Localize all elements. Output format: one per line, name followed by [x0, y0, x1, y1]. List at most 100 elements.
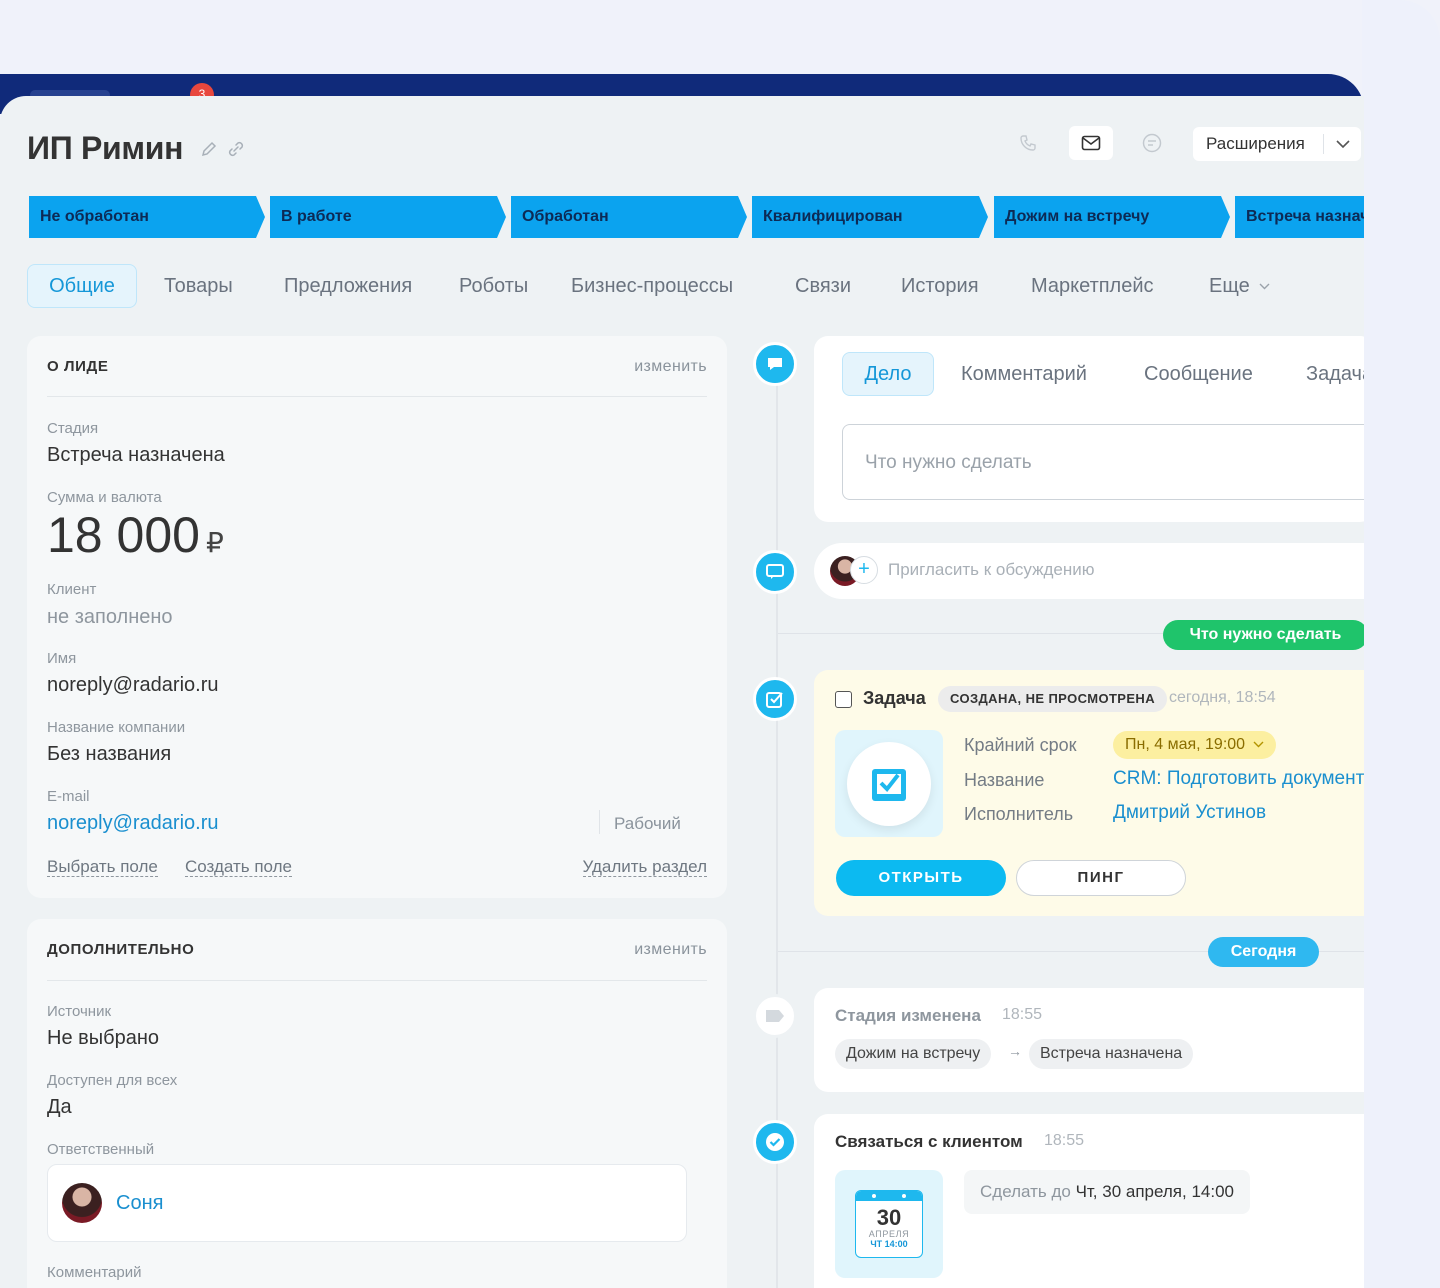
activity-composer: Дело Комментарий Сообщение Задача Что ну…: [814, 336, 1364, 522]
create-field-link[interactable]: Создать поле: [185, 858, 292, 877]
plus-icon[interactable]: +: [850, 556, 878, 584]
client-label: Клиент: [47, 581, 97, 598]
pencil-icon[interactable]: [200, 140, 218, 163]
client-value[interactable]: не заполнено: [47, 606, 173, 629]
responsible-name-link[interactable]: Соня: [116, 1192, 163, 1215]
calendar-day: 30: [876, 1205, 902, 1230]
stage-push-meeting[interactable]: Дожим на встречу: [994, 196, 1230, 238]
check-circle-icon: [766, 1133, 784, 1151]
invite-discussion-bar[interactable]: + Пригласить к обсуждению: [814, 543, 1364, 599]
assignee-label: Исполнитель: [964, 804, 1074, 824]
tab-general[interactable]: Общие: [27, 264, 137, 308]
sum-amount: 18 000: [47, 507, 200, 563]
additional-card: ДОПОЛНИТЕЛЬНО изменить Источник Не выбра…: [27, 919, 727, 1288]
task-check-icon: [847, 742, 931, 826]
email-value-link[interactable]: noreply@radario.ru: [47, 812, 219, 835]
stage-qualified[interactable]: Квалифицирован: [752, 196, 988, 238]
tab-business-processes[interactable]: Бизнес-процессы: [571, 264, 733, 308]
timeline-dot-stage: [753, 994, 797, 1038]
todo-section-pill: Что нужно сделать: [1163, 620, 1364, 650]
stage-meeting-set[interactable]: Встреча назначена: [1235, 196, 1364, 238]
stage-change-title: Стадия изменена: [835, 1006, 981, 1025]
about-lead-card: О ЛИДЕ изменить Стадия Встреча назначена…: [27, 336, 727, 898]
company-label: Название компании: [47, 719, 186, 736]
stage-change-time: 18:55: [1002, 1006, 1043, 1023]
calendar-tile: 30 АПРЕЛЯ ЧТ 14:00: [835, 1170, 943, 1278]
assignee-link[interactable]: Дмитрий Устинов: [1113, 802, 1266, 824]
due-date-box[interactable]: Сделать до Чт, 30 апреля, 14:00: [964, 1170, 1250, 1214]
stage-value[interactable]: Встреча назначена: [47, 444, 225, 467]
select-field-link[interactable]: Выбрать поле: [47, 858, 158, 877]
stage-processed[interactable]: Обработан: [511, 196, 747, 238]
composer-tab-message[interactable]: Сообщение: [1144, 352, 1253, 396]
source-label: Источник: [47, 1003, 112, 1020]
delete-section-link[interactable]: Удалить раздел: [582, 858, 707, 877]
avatar: [62, 1183, 102, 1223]
task-name-link[interactable]: CRM: Подготовить документы: [1113, 768, 1364, 790]
email-label: E-mail: [47, 788, 90, 805]
divider: [47, 980, 707, 981]
task-time: сегодня, 18:54: [1169, 689, 1276, 706]
calendar-time: ЧТ 14:00: [870, 1239, 908, 1249]
available-value[interactable]: Да: [47, 1096, 72, 1119]
stage-not-processed[interactable]: Не обработан: [29, 196, 265, 238]
tab-more[interactable]: Еще: [1209, 264, 1270, 308]
about-lead-edit-link[interactable]: изменить: [634, 358, 707, 376]
ping-button[interactable]: ПИНГ: [1016, 860, 1186, 896]
phone-button[interactable]: [1006, 126, 1050, 160]
crm-lead-card: ИП Римин Расширения Не обработан В работ…: [0, 96, 1364, 1288]
company-value[interactable]: Без названия: [47, 743, 171, 766]
chevron-down-icon: [1259, 283, 1270, 290]
tab-products[interactable]: Товары: [164, 264, 233, 308]
phone-icon: [1020, 135, 1036, 151]
open-task-button[interactable]: ОТКРЫТЬ: [836, 860, 1006, 896]
stage-from-chip: Дожим на встречу: [835, 1039, 992, 1069]
tab-offers[interactable]: Предложения: [284, 264, 412, 308]
comment-label: Комментарий: [47, 1264, 142, 1281]
message-icon: [768, 358, 782, 370]
calendar-ring: [872, 1194, 876, 1198]
responsible-label: Ответственный: [47, 1141, 155, 1158]
stage-to-chip: Встреча назначена: [1029, 1039, 1194, 1069]
sum-label: Сумма и валюта: [47, 489, 162, 506]
chat-button[interactable]: [1130, 126, 1174, 160]
task-card: Задача СОЗДАНА, НЕ ПРОСМОТРЕНА сегодня, …: [814, 670, 1364, 916]
tab-marketplace[interactable]: Маркетплейс: [1031, 264, 1154, 308]
source-value[interactable]: Не выбрано: [47, 1027, 159, 1050]
contact-title: Связаться с клиентом: [835, 1132, 1023, 1151]
additional-edit-link[interactable]: изменить: [634, 941, 707, 959]
task-complete-checkbox[interactable]: [835, 691, 852, 708]
name-label: Имя: [47, 650, 77, 667]
divider: [47, 396, 707, 397]
about-lead-heading: О ЛИДЕ: [47, 358, 109, 375]
timeline-dot-contact: [753, 1120, 797, 1164]
divider: [599, 810, 600, 834]
deadline-picker[interactable]: Пн, 4 мая, 19:00: [1113, 731, 1276, 759]
tag-icon: [766, 1010, 784, 1022]
chat-bubble-icon: [766, 564, 784, 579]
tab-history[interactable]: История: [901, 264, 979, 308]
chat-icon: [1142, 133, 1162, 153]
calendar-header-bar: [856, 1191, 922, 1201]
composer-tab-task-deal[interactable]: Дело: [842, 352, 934, 396]
checkbox-icon: [766, 692, 783, 708]
name-value[interactable]: noreply@radario.ru: [47, 674, 219, 697]
responsible-user-box[interactable]: Соня: [47, 1164, 687, 1242]
tab-robots[interactable]: Роботы: [459, 264, 528, 308]
composer-tab-comment[interactable]: Комментарий: [961, 352, 1087, 396]
sum-value[interactable]: 18 000 ₽: [47, 506, 224, 564]
stage-in-progress[interactable]: В работе: [270, 196, 506, 238]
due-prefix: Сделать до: [980, 1182, 1071, 1201]
calendar-ring: [902, 1194, 906, 1198]
link-icon[interactable]: [226, 140, 246, 163]
email-button[interactable]: [1069, 126, 1113, 160]
composer-tab-task[interactable]: Задача: [1306, 352, 1364, 396]
todo-input[interactable]: Что нужно сделать: [842, 424, 1364, 500]
status-badge: СОЗДАНА, НЕ ПРОСМОТРЕНА: [938, 686, 1168, 712]
stage-progress-bar: Не обработан В работе Обработан Квалифиц…: [29, 196, 1364, 238]
due-value: Чт, 30 апреля, 14:00: [1075, 1182, 1234, 1201]
extensions-dropdown[interactable]: Расширения: [1193, 127, 1361, 161]
divider: [778, 633, 1168, 634]
tab-links[interactable]: Связи: [795, 264, 851, 308]
chevron-down-icon: [1253, 741, 1264, 748]
